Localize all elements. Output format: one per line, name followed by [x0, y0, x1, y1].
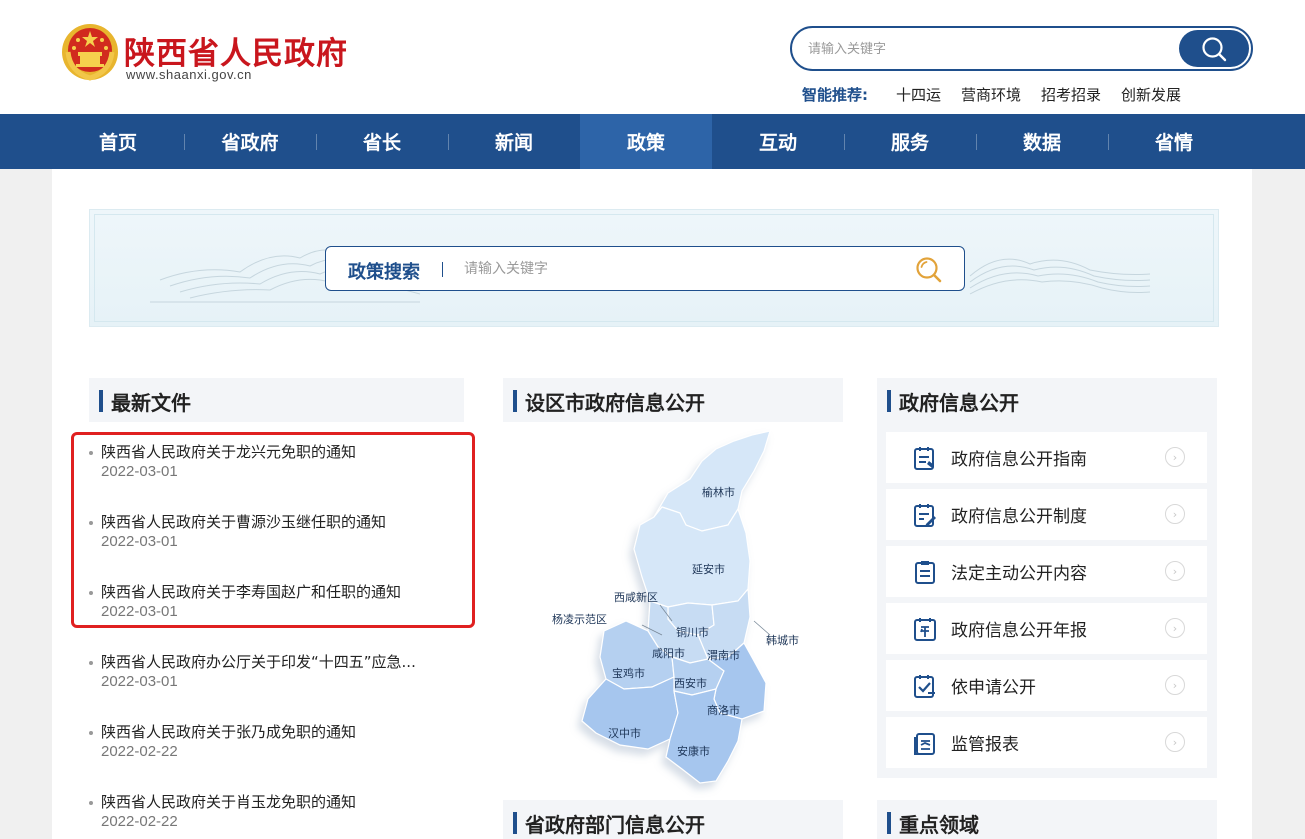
file-title-link[interactable]: 陕西省人民政府关于张乃成免职的通知: [101, 721, 356, 742]
search-icon[interactable]: [914, 256, 944, 284]
map-label-xixian[interactable]: 西咸新区: [614, 590, 658, 604]
map-label-yanan[interactable]: 延安市: [692, 562, 725, 576]
map-label-yangling[interactable]: 杨凌示范区: [552, 612, 607, 626]
recommend-item[interactable]: 十四运: [896, 84, 941, 105]
policy-search-banner: 政策搜索: [89, 209, 1219, 327]
recommend-item[interactable]: 创新发展: [1121, 84, 1181, 105]
chevron-right-icon: ›: [1165, 561, 1185, 581]
national-emblem-icon[interactable]: [60, 22, 120, 82]
key-areas-header: 重点领域: [877, 800, 1217, 839]
gov-info-header: 政府信息公开: [877, 378, 1217, 422]
gov-info-panel: 政府信息公开 政府信息公开指南 › 政府信息公开制度 › 法定主动公开内容 › …: [877, 378, 1217, 778]
map-label-xian[interactable]: 西安市: [674, 676, 707, 690]
latest-files-header: 最新文件: [89, 378, 464, 422]
gov-info-label: 法定主动公开内容: [951, 564, 1087, 584]
policy-search-label: 政策搜索: [348, 262, 420, 283]
recommend-item[interactable]: 招考招录: [1041, 84, 1101, 105]
nav-item-provincial-gov[interactable]: 省政府: [184, 114, 316, 169]
report-icon: [914, 733, 935, 755]
map-label-shangluo[interactable]: 商洛市: [707, 703, 740, 717]
gov-info-label: 政府信息公开年报: [951, 621, 1087, 641]
city-info-header: 设区市政府信息公开: [503, 378, 843, 422]
site-header: 陕西省人民政府 www.shaanxi.gov.cn 智能推荐: 十四运 营商环…: [0, 0, 1305, 114]
annual-report-icon: [914, 618, 936, 641]
section-title: 重点领域: [899, 813, 979, 837]
gov-info-item-apply[interactable]: 依申请公开 ›: [886, 660, 1207, 711]
policy-search-box: 政策搜索: [325, 246, 965, 291]
map-label-tongchuan[interactable]: 铜川市: [676, 625, 709, 639]
gov-info-label: 政府信息公开制度: [951, 507, 1087, 527]
map-label-hancheng[interactable]: 韩城市: [766, 633, 799, 647]
gov-info-item-annual-report[interactable]: 政府信息公开年报 ›: [886, 603, 1207, 654]
file-title-link[interactable]: 陕西省人民政府关于肖玉龙免职的通知: [101, 791, 356, 812]
chevron-right-icon: ›: [1165, 618, 1185, 638]
nav-item-province-info[interactable]: 省情: [1108, 114, 1240, 169]
recommend-label: 智能推荐:: [802, 86, 868, 104]
nav-item-data[interactable]: 数据: [976, 114, 1108, 169]
nav-item-governor[interactable]: 省长: [316, 114, 448, 169]
policy-search-input[interactable]: [464, 258, 894, 280]
list-clipboard-icon: [915, 561, 935, 584]
map-label-ankang[interactable]: 安康市: [677, 744, 710, 758]
nav-item-interaction[interactable]: 互动: [712, 114, 844, 169]
file-date: 2022-02-22: [101, 813, 178, 830]
chevron-right-icon: ›: [1165, 447, 1185, 467]
top-search-box: [790, 26, 1253, 71]
gov-info-item-guide[interactable]: 政府信息公开指南 ›: [886, 432, 1207, 483]
apply-check-icon: [914, 675, 935, 698]
top-search-button[interactable]: [1179, 30, 1249, 67]
main-nav: 首页 省政府 省长 新闻 政策 互动 服务 数据 省情: [0, 114, 1305, 169]
section-title: 政府信息公开: [899, 391, 1019, 415]
recommend-item[interactable]: 营商环境: [961, 84, 1021, 105]
gov-info-item-report[interactable]: 监管报表 ›: [886, 717, 1207, 768]
gov-info-label: 政府信息公开指南: [951, 450, 1087, 470]
dept-info-header: 省政府部门信息公开: [503, 800, 843, 839]
chevron-right-icon: ›: [1165, 504, 1185, 524]
list-item: 陕西省人民政府办公厅关于印发“十四五”应急... 2022-03-01: [89, 651, 469, 711]
chevron-right-icon: ›: [1165, 732, 1185, 752]
system-edit-icon: [914, 504, 936, 527]
map-label-hanzhong[interactable]: 汉中市: [608, 726, 641, 740]
map-label-weinan[interactable]: 渭南市: [707, 648, 740, 662]
main-content: 政策搜索 最新文件 设区市政府信息公开 省政府部门信息公开 重点领域 陕西省人民…: [52, 169, 1252, 839]
file-date: 2022-02-22: [101, 743, 178, 760]
file-title-link[interactable]: 陕西省人民政府办公厅关于印发“十四五”应急...: [101, 651, 416, 672]
chevron-right-icon: ›: [1165, 675, 1185, 695]
gov-info-item-system[interactable]: 政府信息公开制度 ›: [886, 489, 1207, 540]
nav-item-service[interactable]: 服务: [844, 114, 976, 169]
top-search-input[interactable]: [808, 38, 1168, 60]
gov-info-label: 依申请公开: [951, 678, 1036, 698]
list-item: 陕西省人民政府关于张乃成免职的通知 2022-02-22: [89, 721, 469, 781]
nav-item-news[interactable]: 新闻: [448, 114, 580, 169]
map-label-xianyang[interactable]: 咸阳市: [652, 646, 685, 660]
shaanxi-map: 榆林市 延安市 西咸新区 杨凌示范区 铜川市 韩城市 咸阳市 渭南市 宝鸡市 西…: [552, 430, 799, 784]
gov-info-label: 监管报表: [951, 735, 1019, 755]
search-icon: [1202, 36, 1227, 61]
section-title: 省政府部门信息公开: [525, 813, 705, 837]
section-title: 最新文件: [111, 391, 191, 415]
nav-item-home[interactable]: 首页: [52, 114, 184, 169]
file-date: 2022-03-01: [101, 673, 178, 690]
gov-info-item-statutory[interactable]: 法定主动公开内容 ›: [886, 546, 1207, 597]
guide-icon: [914, 447, 934, 470]
site-url: www.shaanxi.gov.cn: [126, 67, 252, 82]
map-label-baoji[interactable]: 宝鸡市: [612, 666, 645, 680]
highlight-annotation-box: [71, 432, 475, 628]
smart-recommend: 智能推荐: 十四运 营商环境 招考招录 创新发展: [802, 84, 1201, 105]
list-item: 陕西省人民政府关于肖玉龙免职的通知 2022-02-22: [89, 791, 469, 839]
nav-item-policy[interactable]: 政策: [580, 114, 712, 169]
map-label-yulin[interactable]: 榆林市: [702, 485, 735, 499]
section-title: 设区市政府信息公开: [525, 391, 705, 415]
